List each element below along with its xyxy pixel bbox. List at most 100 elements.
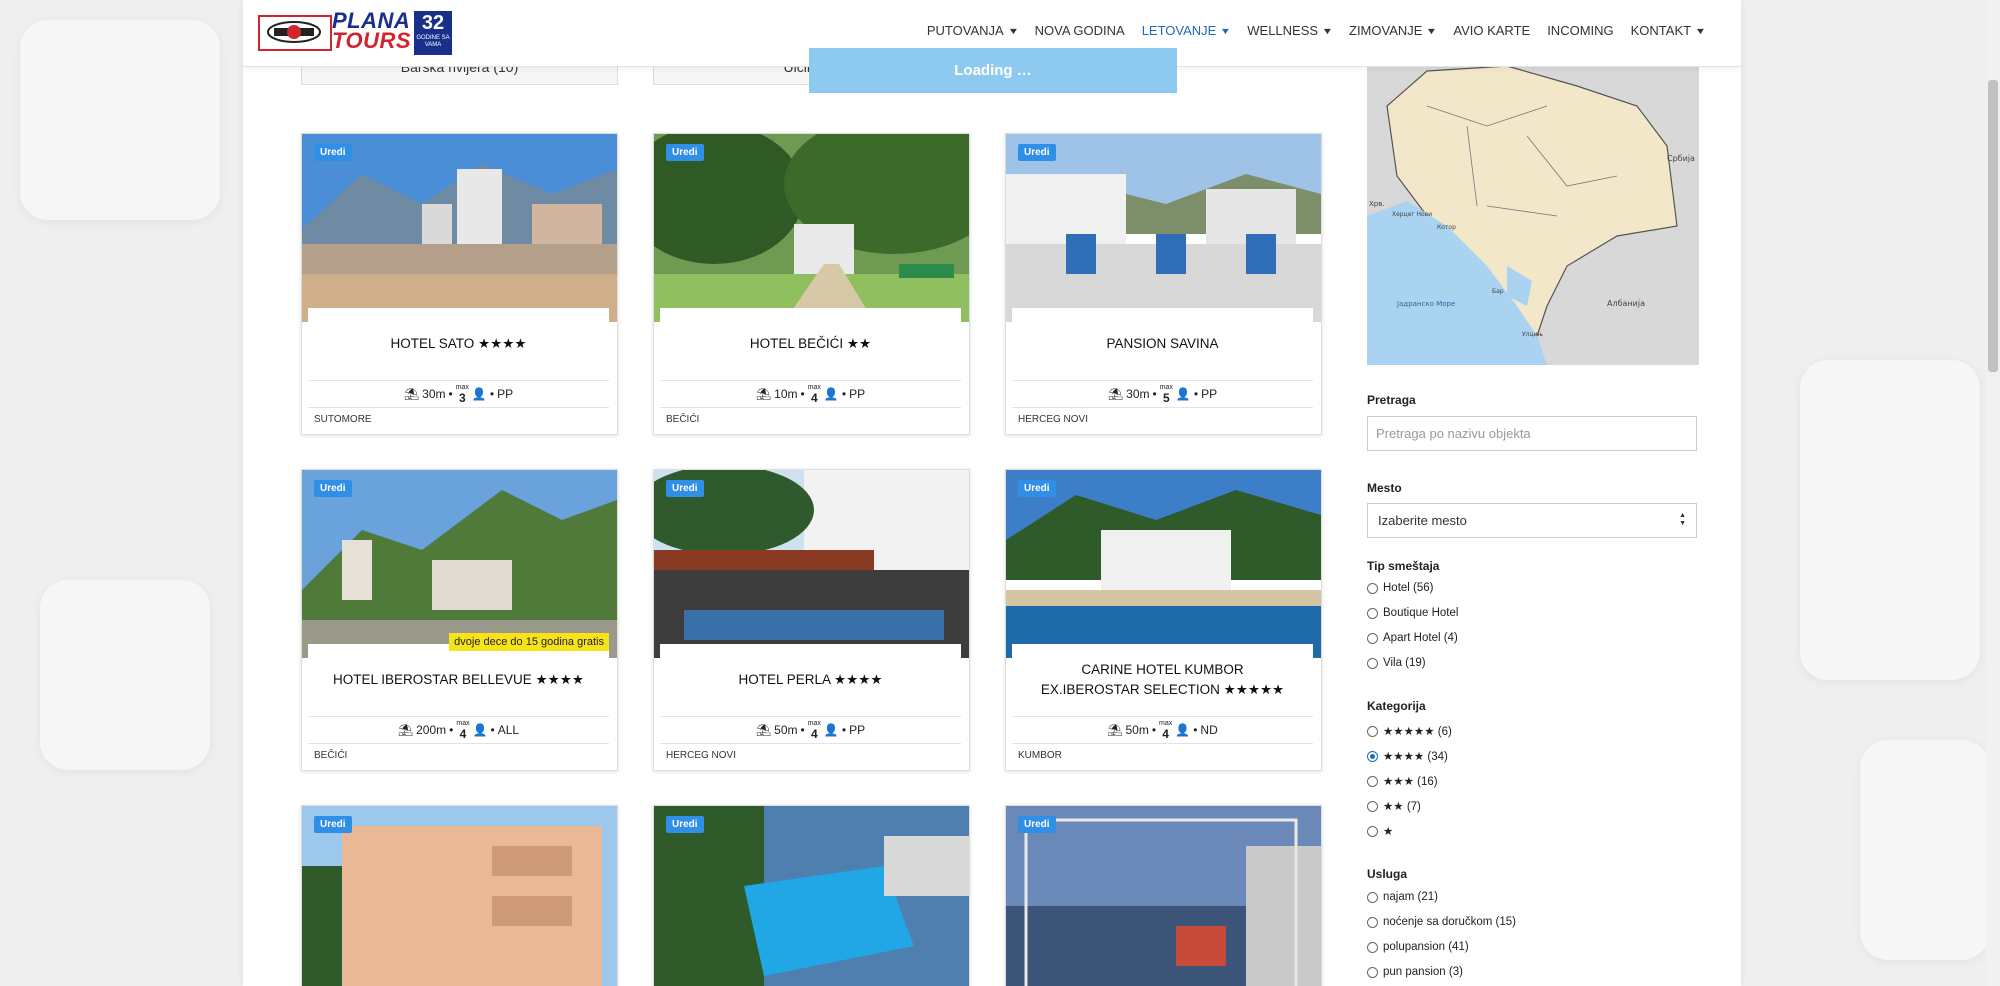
max-value: 5 [1162,391,1170,405]
radio-button[interactable] [1367,582,1378,594]
map-label: Јадранско Море [1396,300,1455,308]
hotel-card[interactable]: Uredi HOTEL BEČIĆI ★★ ⛱ 10m • max 4 👤 • P… [653,133,970,435]
radio-button[interactable] [1367,916,1378,928]
type-option[interactable]: Apart Hotel (4) [1367,632,1458,644]
service-option[interactable]: pun pansion (3) [1367,966,1463,978]
separator: • [800,387,805,401]
beach-distance: 30m [422,387,446,401]
hotel-location: HERCEG NOVI [1018,414,1089,425]
edit-badge[interactable]: Uredi [1018,480,1056,497]
radio-button[interactable] [1367,657,1378,669]
hotel-card[interactable]: Uredi dvoje dece do 15 godina gratis HOT… [301,469,618,771]
category-label: Kategorija [1367,699,1426,713]
category-option[interactable]: ★★★★★ (6) [1367,724,1452,738]
nav-item-kontakt[interactable]: KONTAKT ▼ [1631,23,1707,38]
hotel-location: SUTOMORE [314,414,372,425]
option-label: Vila (19) [1383,657,1426,669]
category-option[interactable]: ★★★ (16) [1367,774,1438,788]
card-body: HOTEL SATO ★★★★ ⛱ 30m • max 3 👤 • PP SUTO… [308,308,609,434]
hotel-card[interactable]: Uredi [653,805,970,986]
radio-button[interactable] [1367,775,1378,787]
hotel-photo [1006,806,1321,986]
page-container: PLANA TOURS 32 GODINE SA VAMA PUTOVANJA ▼… [243,0,1741,986]
board-type: ND [1200,723,1218,737]
edit-badge[interactable]: Uredi [666,144,704,161]
service-option[interactable]: polupansion (41) [1367,941,1469,953]
edit-badge[interactable]: Uredi [314,480,352,497]
edit-badge[interactable]: Uredi [314,816,352,833]
hotel-photo [302,806,617,986]
region-map[interactable]: Србија Хрв. Херцег Нови Котор Бар Јадран… [1367,66,1699,365]
chevron-down-icon: ▼ [1426,25,1438,36]
category-option[interactable]: ★★★★ (34) [1367,749,1448,763]
option-label: ★★★★ (34) [1383,751,1448,763]
hotel-card[interactable]: Uredi HOTEL PERLA ★★★★ ⛱ 50m • max 4 👤 • … [653,469,970,771]
category-option[interactable]: ★ [1367,824,1393,838]
nav-item-letovanje[interactable]: LETOVANJE ▼ [1141,23,1232,38]
service-option[interactable]: noćenje sa doručkom (15) [1367,916,1516,928]
person-icon: 👤 [472,723,488,737]
logo-emblem [258,15,332,51]
radio-button[interactable] [1367,941,1378,953]
site-logo[interactable]: PLANA TOURS 32 GODINE SA VAMA [258,10,458,57]
radio-button[interactable] [1367,725,1378,737]
hotel-card[interactable]: Uredi [301,805,618,986]
search-input[interactable] [1367,416,1697,451]
edit-badge[interactable]: Uredi [1018,816,1056,833]
card-body: HOTEL BEČIĆI ★★ ⛱ 10m • max 4 👤 • PP BEČI… [660,308,961,434]
beach-distance: 30m [1126,387,1150,401]
edit-badge[interactable]: Uredi [314,144,352,161]
category-option[interactable]: ★★ (7) [1367,799,1421,813]
type-option[interactable]: Vila (19) [1367,657,1426,669]
loading-indicator: Loading … [809,48,1177,93]
radio-button-selected[interactable] [1367,750,1378,762]
hotel-location: HERCEG NOVI [666,750,737,761]
nav-item-incoming[interactable]: INCOMING [1547,23,1613,38]
option-label: ★ [1383,826,1394,838]
city-select[interactable]: Izaberite mesto ▲ ▼ [1367,503,1697,538]
hotel-card[interactable]: Uredi HOTEL SATO ★★★★ ⛱ 30m • max 3 👤 • P… [301,133,618,435]
radio-button[interactable] [1367,632,1378,644]
type-option[interactable]: Hotel (56) [1367,582,1434,594]
nav-item-nova-godina[interactable]: NOVA GODINA [1035,23,1125,38]
window-scrollbar[interactable] [1986,0,2000,986]
service-option[interactable]: najam (21) [1367,891,1438,903]
separator: • [448,387,453,401]
max-guests: max 4 [808,720,821,740]
hotel-title: HOTEL SATO ★★★★ [390,336,527,351]
max-guests: max 3 [456,384,469,404]
nav-item-putovanja[interactable]: PUTOVANJA ▼ [927,23,1019,38]
edit-badge[interactable]: Uredi [1018,144,1056,161]
board-type: PP [849,723,866,737]
beach-distance: 200m [416,723,447,737]
nav-item-avio-karte[interactable]: AVIO KARTE [1453,23,1530,38]
hotel-card[interactable]: Uredi PANSION SAVINA ⛱ 30m • max 5 👤 • PP… [1005,133,1322,435]
hotel-card[interactable]: Uredi [1005,805,1322,986]
hotel-card[interactable]: Uredi CARINE HOTEL KUMBOR EX.IBEROSTAR S… [1005,469,1322,771]
hotel-photo [654,470,969,658]
option-label: ★★★ (16) [1383,776,1438,788]
scrollbar-thumb[interactable] [1988,80,1998,372]
option-label: polupansion (41) [1383,941,1469,953]
radio-button[interactable] [1367,891,1378,903]
type-option[interactable]: Boutique Hotel [1367,607,1458,619]
board-type: PP [1201,387,1218,401]
city-select-value: Izaberite mesto [1378,513,1467,528]
nav-item-zimovanje[interactable]: ZIMOVANJE ▼ [1349,23,1438,38]
chevron-down-icon: ▼ [1321,25,1334,36]
hotel-photo [654,806,969,986]
edit-badge[interactable]: Uredi [666,480,704,497]
beach-umbrella-icon: ⛱ [397,723,414,737]
radio-button[interactable] [1367,966,1378,978]
edit-badge[interactable]: Uredi [666,816,704,833]
hotel-meta: ⛱ 50m • max 4 👤 • ND [1012,716,1313,744]
radio-button[interactable] [1367,800,1378,812]
radio-button[interactable] [1367,607,1378,619]
beach-umbrella-icon: ⛱ [755,723,772,737]
hotel-meta: ⛱ 200m • max 4 👤 • ALL [308,716,609,744]
radio-button[interactable] [1367,825,1378,837]
chevron-down-icon: ▼ [1694,25,1707,36]
nav-item-wellness[interactable]: WELLNESS ▼ [1247,23,1334,38]
separator: • [490,723,495,737]
nav-label: LETOVANJE [1141,23,1217,38]
